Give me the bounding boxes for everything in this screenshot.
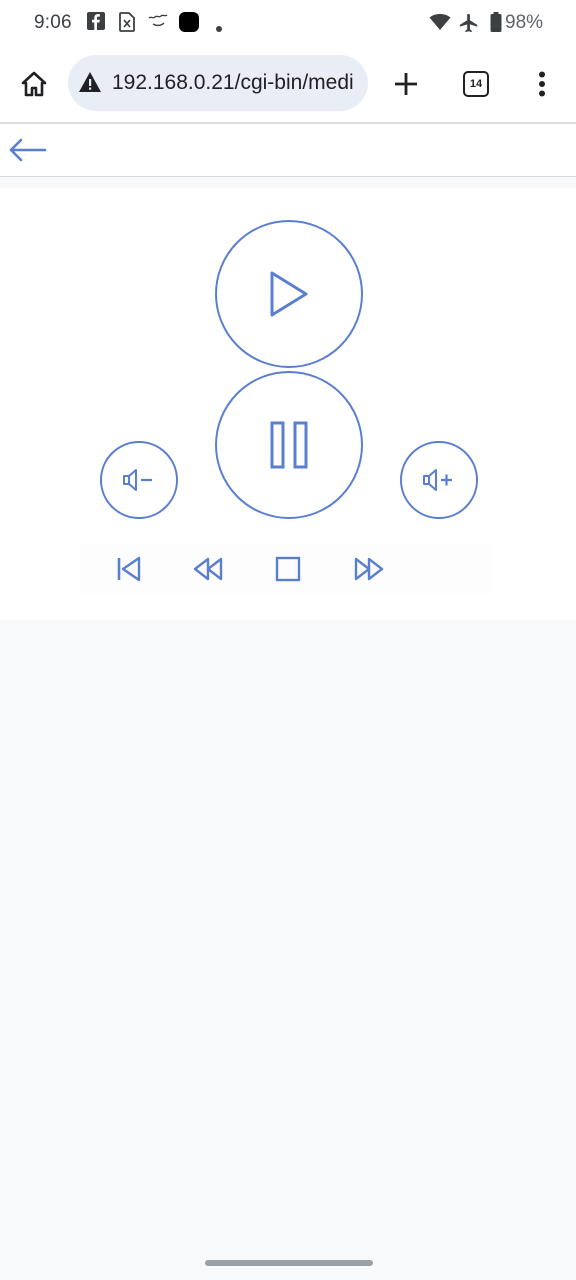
pause-icon: [270, 421, 308, 469]
facebook-icon: [87, 12, 105, 35]
url-bar[interactable]: 192.168.0.21/cgi-bin/medi: [68, 55, 368, 111]
sim-icon: [119, 12, 135, 37]
rewind-icon: [193, 557, 223, 581]
skip-previous-icon: [117, 556, 141, 582]
pause-button[interactable]: [215, 371, 363, 519]
new-tab-button[interactable]: [386, 64, 426, 104]
app-header: [0, 124, 576, 177]
back-button[interactable]: [4, 130, 50, 170]
battery-percent: 98%: [505, 12, 544, 33]
more-menu-button[interactable]: [522, 64, 562, 104]
plus-icon: [395, 73, 417, 95]
more-vertical-icon: [539, 71, 545, 97]
app-badge-icon: [179, 12, 199, 37]
play-button[interactable]: [215, 220, 363, 368]
airplane-mode-icon: [458, 12, 480, 39]
skip-previous-button[interactable]: [111, 552, 145, 586]
volume-down-button[interactable]: [100, 441, 178, 519]
url-text: 192.168.0.21/cgi-bin/medi: [112, 71, 354, 94]
browser-toolbar: 192.168.0.21/cgi-bin/medi 14: [0, 46, 576, 122]
notification-app-icon: [147, 14, 169, 33]
volume-up-button[interactable]: [400, 441, 478, 519]
status-time: 9:06: [34, 12, 72, 33]
rewind-button[interactable]: [191, 552, 225, 586]
transport-controls: [80, 544, 492, 594]
fast-forward-button[interactable]: [352, 552, 386, 586]
wifi-icon: [429, 13, 451, 36]
battery-icon: [490, 12, 502, 37]
volume-up-icon: [423, 469, 452, 491]
gesture-nav-handle[interactable]: [205, 1260, 373, 1266]
not-secure-warning-icon[interactable]: [78, 71, 102, 98]
play-icon: [270, 271, 308, 317]
home-icon: [21, 71, 47, 97]
status-bar: 9:06 98%: [0, 0, 576, 46]
tab-count: 14: [463, 71, 489, 97]
remote-control-panel: [0, 188, 576, 620]
stop-button[interactable]: [271, 552, 305, 586]
home-button[interactable]: [14, 64, 54, 104]
tab-switcher-button[interactable]: 14: [456, 64, 496, 104]
stop-icon: [275, 556, 301, 582]
volume-down-icon: [123, 469, 152, 491]
arrow-left-icon: [9, 138, 47, 162]
fast-forward-icon: [354, 557, 384, 581]
dot-icon: [216, 19, 222, 37]
